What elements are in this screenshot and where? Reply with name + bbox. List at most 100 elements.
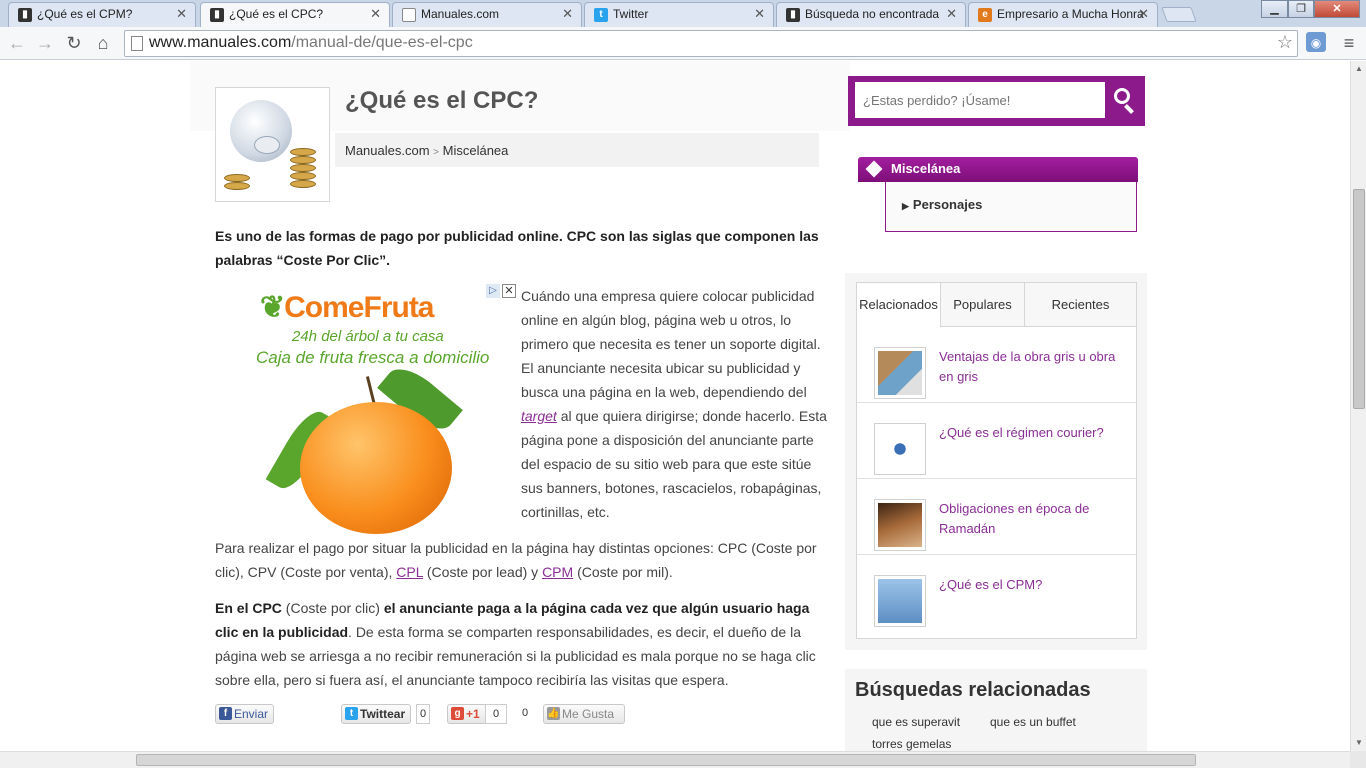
minimize-window-button[interactable]: ▁ — [1261, 0, 1288, 18]
horizontal-scroll-thumb[interactable] — [136, 754, 1196, 766]
twitter-bird-icon: t — [345, 707, 358, 720]
adchoices-icon[interactable]: ▷ — [486, 284, 500, 298]
related-searches-title: Búsquedas relacionadas — [855, 679, 1091, 701]
tab-title: Empresario a Mucha Honra — [997, 7, 1144, 21]
scroll-up-arrow-icon[interactable]: ▲ — [1351, 61, 1366, 77]
close-tab-icon[interactable]: ✕ — [1138, 6, 1149, 22]
extension-icon[interactable]: ◉ — [1306, 32, 1326, 52]
horizontal-scrollbar[interactable] — [0, 751, 1350, 768]
back-arrow-icon[interactable]: ← — [6, 32, 28, 54]
browser-toolbar: ← → ↻ ⌂ www.manuales.com/manual-de/que-e… — [0, 27, 1366, 60]
related-search-link[interactable]: que es superavit — [872, 715, 960, 729]
menu-icon[interactable]: ≡ — [1338, 32, 1360, 54]
category-box: Miscelánea ▶ Personajes — [858, 157, 1138, 233]
browser-tab-cpc[interactable]: ▮ ¿Qué es el CPC? ✕ — [200, 2, 390, 28]
article-lead: Es uno de las formas de pago por publici… — [215, 228, 819, 268]
address-bar[interactable]: www.manuales.com/manual-de/que-es-el-cpc… — [124, 30, 1298, 57]
tweet-button[interactable]: t Twittear — [341, 704, 412, 724]
related-tabs-widget: Relacionados Populares Recientes Ventaja… — [845, 273, 1147, 650]
tab-title: ¿Qué es el CPC? — [229, 7, 324, 21]
blank-page-icon — [402, 8, 416, 22]
vertical-scroll-thumb[interactable] — [1353, 189, 1365, 409]
browser-tab-empresario[interactable]: e Empresario a Mucha Honra ✕ — [968, 2, 1158, 27]
tab-recientes[interactable]: Recientes — [1025, 283, 1136, 327]
browser-tab-twitter[interactable]: t Twitter ✕ — [584, 2, 774, 27]
related-link[interactable]: Obligaciones en época de Ramadán — [939, 499, 1124, 539]
book-icon — [874, 499, 926, 551]
list-item[interactable]: ¿Qué es el CPM? — [857, 555, 1136, 631]
google-plus-button[interactable]: g +1 — [447, 704, 487, 724]
related-search-link[interactable]: torres gemelas — [872, 737, 951, 751]
list-item[interactable]: Ventajas de la obra gris u obra en gris — [857, 327, 1136, 403]
web-page: ¿Qué es el CPC? Manuales.com > Misceláne… — [0, 61, 1350, 768]
cpm-link[interactable]: CPM — [542, 564, 573, 580]
page-icon — [131, 36, 143, 51]
tab-panel: Relacionados Populares Recientes Ventaja… — [856, 282, 1137, 639]
facebook-share-button[interactable]: f Enviar — [215, 704, 275, 724]
scroll-down-arrow-icon[interactable]: ▼ — [1351, 735, 1366, 751]
list-item[interactable]: ¿Qué es el régimen courier? — [857, 403, 1136, 479]
share-bar: f Enviar t Twittear 0 g +1 0 0 👍 Me Gusta — [215, 704, 835, 726]
close-window-button[interactable]: ✕ — [1314, 0, 1360, 18]
vertical-scrollbar[interactable]: ▲ ▼ — [1350, 61, 1366, 751]
gplus-count: 0 — [485, 704, 507, 724]
search-input[interactable] — [855, 82, 1105, 118]
list-item[interactable]: Obligaciones en época de Ramadán — [857, 479, 1136, 555]
breadcrumb-section-link[interactable]: Miscelánea — [443, 143, 509, 158]
breadcrumb-separator: > — [433, 147, 440, 158]
maximize-window-button[interactable]: ❐ — [1288, 0, 1314, 18]
site-search — [848, 76, 1145, 126]
new-tab-button[interactable] — [1161, 7, 1197, 22]
tweet-count: 0 — [416, 704, 430, 724]
piggy-snout — [254, 136, 280, 154]
close-tab-icon[interactable]: ✕ — [754, 6, 765, 22]
facebook-icon: f — [219, 707, 232, 720]
browser-tab-cpm[interactable]: ▮ ¿Qué es el CPM? ✕ — [8, 2, 196, 27]
manuales-favicon-icon: ▮ — [18, 8, 32, 22]
comefruta-ad-banner[interactable]: ▷ ✕ ❦ComeFruta 24h del árbol a tu casa C… — [252, 284, 516, 534]
related-search-link[interactable]: que es un buffet — [990, 715, 1076, 729]
search-button[interactable] — [1110, 84, 1142, 118]
article-paragraph-3: En el CPC (Coste por clic) el anunciante… — [215, 600, 816, 688]
article-paragraph-2: Para realizar el pago por situar la publ… — [215, 540, 817, 580]
ad-brand-text: ComeFruta — [284, 291, 434, 324]
cube-icon — [865, 160, 883, 178]
url-domain: www.manuales.com — [149, 34, 292, 51]
ad-brand: ❦ComeFruta — [260, 290, 435, 325]
google-plus-icon: g — [451, 707, 464, 720]
ad-close-icon[interactable]: ✕ — [502, 284, 516, 298]
browser-tab-busqueda[interactable]: ▮ Búsqueda no encontrada ✕ — [776, 2, 966, 27]
related-link[interactable]: ¿Qué es el régimen courier? — [939, 423, 1124, 443]
browser-tab-manuales[interactable]: Manuales.com ✕ — [392, 2, 582, 27]
page-title: ¿Qué es el CPC? — [345, 87, 539, 114]
search-icon — [1114, 88, 1130, 104]
manuales-favicon-icon: ▮ — [210, 8, 224, 22]
bookmark-star-icon[interactable]: ☆ — [1277, 32, 1293, 53]
close-tab-icon[interactable]: ✕ — [562, 6, 573, 22]
category-title: Miscelánea — [891, 161, 961, 176]
close-tab-icon[interactable]: ✕ — [176, 6, 187, 22]
blog-favicon-icon: e — [978, 8, 992, 22]
close-tab-icon[interactable]: ✕ — [946, 6, 957, 22]
twitter-bird-icon: t — [594, 8, 608, 22]
tab-populares[interactable]: Populares — [941, 283, 1025, 327]
like-button[interactable]: 👍 Me Gusta — [543, 704, 626, 724]
breadcrumb-home-link[interactable]: Manuales.com — [345, 143, 430, 158]
cpl-link[interactable]: CPL — [396, 564, 423, 580]
reload-icon[interactable]: ↻ — [63, 32, 85, 54]
tab-title: Búsqueda no encontrada — [805, 7, 940, 21]
target-link[interactable]: target — [521, 408, 557, 424]
forward-arrow-icon[interactable]: → — [34, 32, 56, 54]
category-item-personajes[interactable]: Personajes — [913, 197, 982, 212]
breadcrumb: Manuales.com > Miscelánea — [335, 133, 819, 167]
related-link[interactable]: Ventajas de la obra gris u obra en gris — [939, 347, 1124, 387]
category-header: Miscelánea — [858, 157, 1138, 182]
home-icon[interactable]: ⌂ — [92, 32, 114, 54]
tab-relacionados[interactable]: Relacionados — [857, 283, 941, 327]
close-tab-icon[interactable]: ✕ — [370, 6, 381, 22]
thumbs-up-icon: 👍 — [547, 707, 560, 720]
scrollbar-corner — [1350, 751, 1366, 768]
article-paragraph-1: Cuándo una empresa quiere colocar public… — [521, 288, 827, 520]
tab-title: ¿Qué es el CPM? — [37, 7, 133, 21]
related-link[interactable]: ¿Qué es el CPM? — [939, 575, 1124, 595]
